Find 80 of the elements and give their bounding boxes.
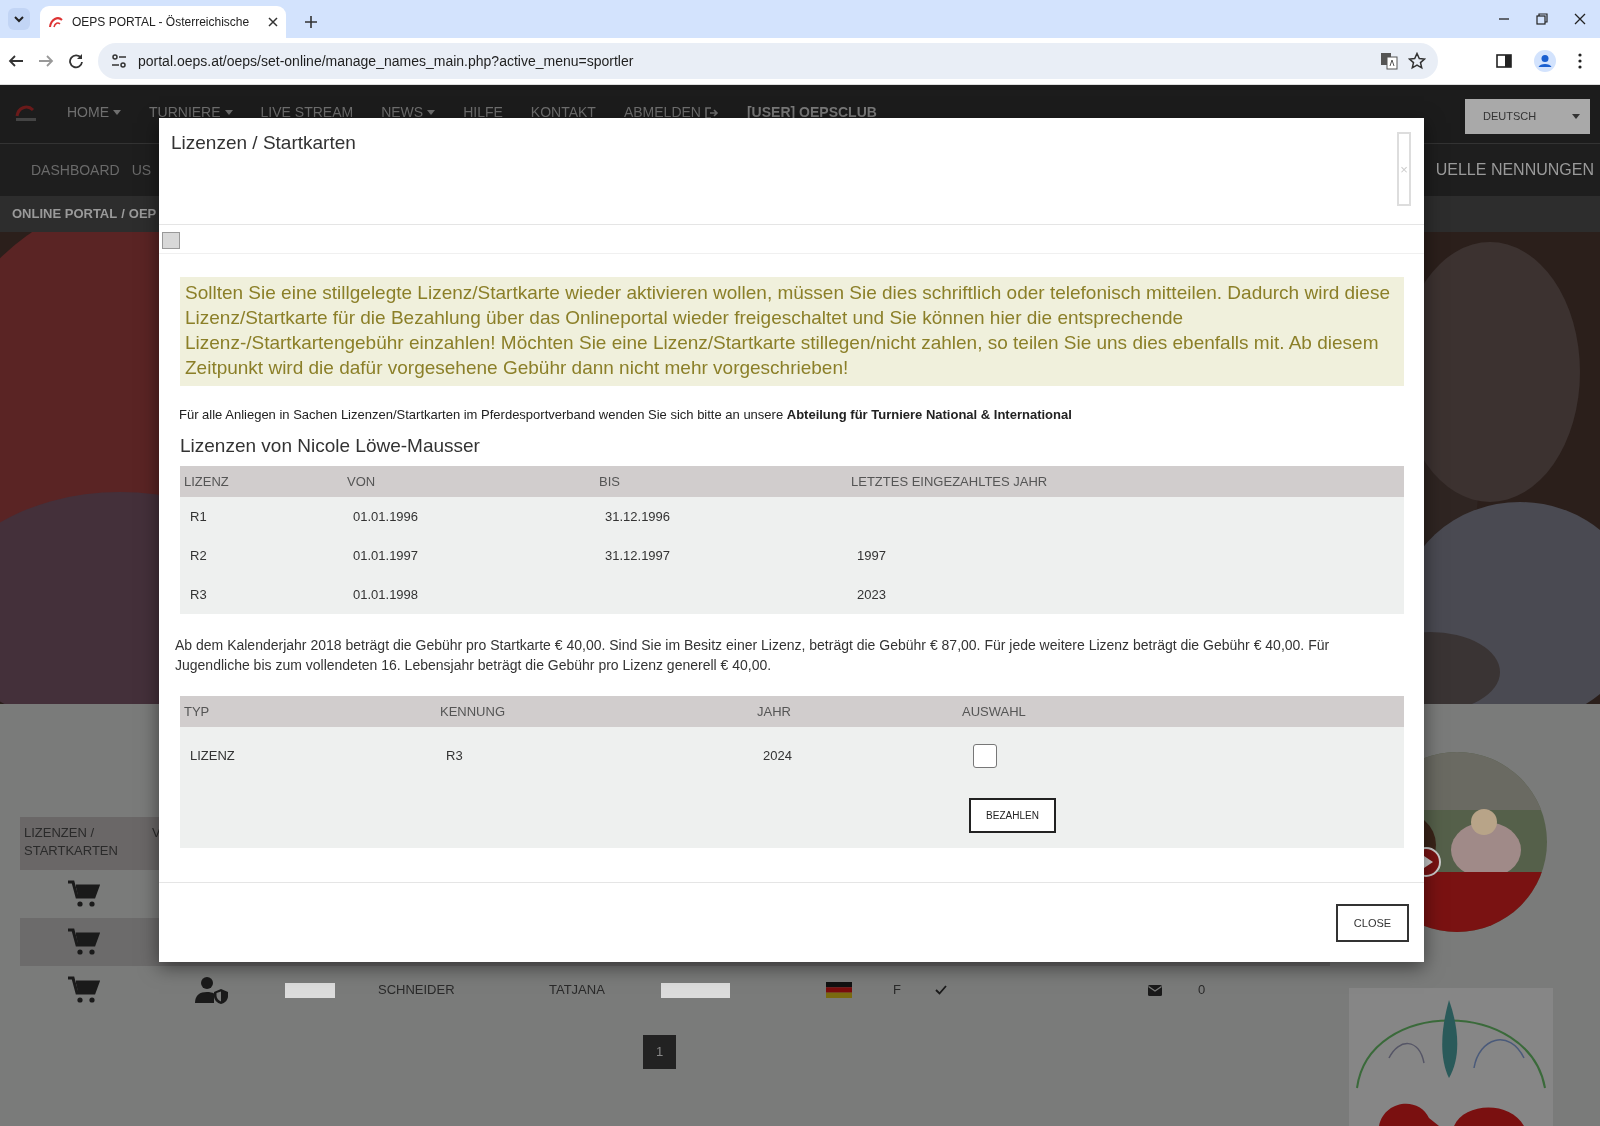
message-count: 0 xyxy=(1198,981,1206,1000)
caret-icon xyxy=(224,110,233,115)
site-info-icon xyxy=(110,52,128,70)
close-button[interactable]: CLOSE xyxy=(1336,904,1409,942)
column-header: LIZENZEN / STARTKARTEN xyxy=(23,824,119,860)
breadcrumb-separator: / xyxy=(121,205,125,224)
back-icon[interactable] xyxy=(8,53,24,69)
nav-link[interactable]: TURNIERE xyxy=(135,102,247,123)
site-logo-icon xyxy=(48,14,64,30)
caret-icon xyxy=(1572,114,1580,119)
table-cell-text: R3 xyxy=(189,585,208,604)
caret-icon xyxy=(427,110,436,115)
translate-icon[interactable] xyxy=(1380,52,1398,70)
page-button[interactable]: 1 xyxy=(643,1035,676,1069)
logout-icon xyxy=(704,106,719,119)
column-header: VON xyxy=(346,472,377,491)
pay-button[interactable]: BEZAHLEN xyxy=(969,798,1056,833)
tab-title: OEPS PORTAL - Österreichische xyxy=(72,14,251,31)
department-link[interactable]: Abteilung für Turniere National & International xyxy=(786,407,1072,422)
nav-link[interactable]: ABMELDEN xyxy=(609,102,733,123)
modal-title: Lizenzen / Startkarten xyxy=(171,132,356,155)
language-dropdown[interactable]: DEUTSCH xyxy=(1465,99,1590,134)
column-header: KENNUNG xyxy=(439,702,506,721)
nav-link[interactable]: NEWS xyxy=(367,102,450,123)
nav-link[interactable]: HOME xyxy=(53,102,135,123)
table-cell-text: 2024 xyxy=(762,746,793,765)
profile-icon[interactable] xyxy=(1534,50,1556,72)
column-header: LIZENZ xyxy=(183,472,230,491)
column-header: BIS xyxy=(598,472,621,491)
redaction-bar xyxy=(285,982,335,998)
browser-tab[interactable]: OEPS PORTAL - Österreichische xyxy=(40,6,286,38)
table-cell-text: 2023 xyxy=(856,585,887,604)
forward-icon[interactable] xyxy=(38,53,54,69)
column-header: LETZTES EINGEZAHLTES JAHR xyxy=(850,472,1049,491)
table-cell-text: R3 xyxy=(445,746,464,765)
caret-icon xyxy=(113,110,121,115)
address-bar[interactable]: portal.oeps.at/oeps/set-online/manage_names_main.php?active_menu=sportler xyxy=(98,43,1438,79)
new-tab-icon[interactable] xyxy=(304,15,318,29)
person-shield-icon xyxy=(195,976,229,1004)
menu-icon[interactable] xyxy=(1578,53,1582,69)
column-header: TYP xyxy=(183,702,211,721)
column-header: AUSWAHL xyxy=(961,702,1027,721)
nav-link[interactable]: UELLE NENNUNGEN xyxy=(1435,158,1594,182)
contact-text: Für alle Anliegen in Sachen Lizenzen/Startkarten im Pferdesportverband wenden Sie sich bitte an unsere Abteilung für Turniere National & International xyxy=(179,406,1073,424)
close-icon[interactable] xyxy=(268,17,278,27)
cart-icon[interactable] xyxy=(68,928,100,956)
table-cell-text: R2 xyxy=(189,546,208,565)
cart-icon[interactable] xyxy=(68,880,100,908)
star-icon[interactable] xyxy=(1408,52,1426,70)
first-name-text: TATJANA xyxy=(549,981,605,1000)
table-cell-text: 31.12.1996 xyxy=(604,507,672,526)
mail-icon[interactable] xyxy=(1148,984,1162,996)
restore-icon[interactable] xyxy=(1536,13,1548,25)
reload-icon[interactable] xyxy=(68,53,84,69)
checkbox[interactable] xyxy=(973,743,997,768)
table-cell-text: 01.01.1997 xyxy=(352,546,420,565)
breadcrumb-link[interactable]: ONLINE PORTAL xyxy=(12,204,118,224)
table-cell-text: R1 xyxy=(189,507,208,526)
notice-text: Sollten Sie eine stillgelegte Lizenz/Startkarte wieder aktivieren wollen, müssen Sie dies schriftlich oder telefonisch mitteilen. Dadurch wird diese Lizenz/Startkarte für die Bezahlung über das Onlineportal wieder freigeschaltet und Sie können hier die entsprechende Lizenz-/Startkartengebühr einzahlen! Möchten Sie eine Lizenz/Startkarte stillegen/nicht zahlen, so teilen Sie uns dies ebenfalls mit. Ab diesem Zeitpunkt wird die dafür vorgesehene Gebühr dann nicht mehr vorgeschrieben! xyxy=(180,277,1404,386)
table-cell-text: 31.12.1997 xyxy=(604,546,672,565)
broken-image-icon xyxy=(162,232,180,249)
nav-link[interactable]: DASHBOARD xyxy=(31,159,120,181)
table-cell-text: LIZENZ xyxy=(189,746,236,765)
table-cell-text: 1997 xyxy=(856,546,887,565)
url-text: portal.oeps.at/oeps/set-online/manage_names_main.php?active_menu=sportler xyxy=(138,51,635,71)
section-heading: Lizenzen von Nicole Löwe-Mausser xyxy=(180,434,481,458)
last-name-text: SCHNEIDER xyxy=(378,981,455,1000)
flag-icon xyxy=(826,982,852,998)
fee-info-text: Ab dem Kalenderjahr 2018 beträgt die Gebühr pro Startkarte € 40,00. Sind Sie im Besitz einer Lizenz, beträgt die Gebühr € 87,00. Für jede weitere Lizenz beträgt die Gebühr € 40,00. Für Jugendliche bis zum vollendeten 16. Lebensjahr beträgt die Gebühr pro Lizenz generell € 40,00. xyxy=(175,636,1331,675)
sidebar-icon[interactable] xyxy=(1496,53,1512,69)
redaction-bar xyxy=(661,982,730,998)
close-icon[interactable] xyxy=(1574,13,1586,25)
nav-link[interactable]: US xyxy=(131,159,152,181)
tab-list-icon[interactable] xyxy=(8,8,30,30)
gender-text: F xyxy=(893,981,901,1000)
cart-icon[interactable] xyxy=(68,976,100,1004)
table-cell-text: 01.01.1998 xyxy=(352,585,420,604)
table-cell-text: 01.01.1996 xyxy=(352,507,420,526)
breadcrumb-link[interactable]: OEP xyxy=(128,204,157,224)
column-header: JAHR xyxy=(756,702,792,721)
